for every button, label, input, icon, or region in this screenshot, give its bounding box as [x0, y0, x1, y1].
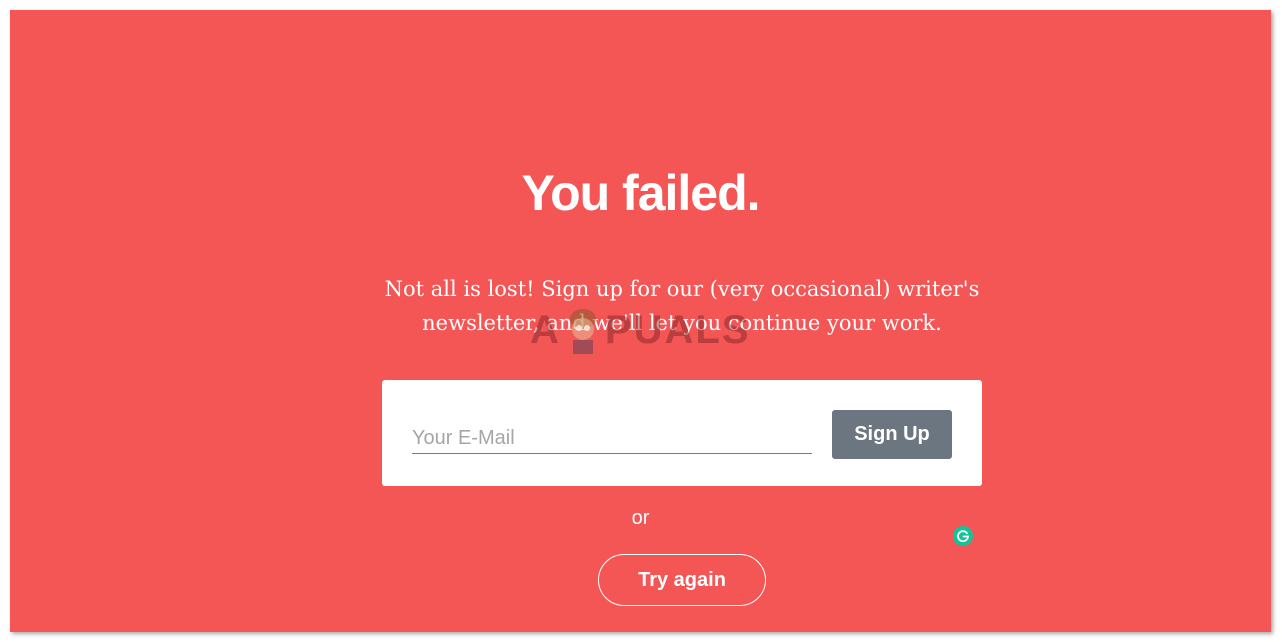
page-title: You failed.	[521, 165, 760, 221]
email-field[interactable]	[412, 420, 812, 454]
try-again-button[interactable]: Try again	[598, 554, 766, 606]
subtitle-line-2: newsletter, and we'll let you continue y…	[422, 311, 942, 335]
signup-card: Sign Up	[382, 380, 982, 486]
subtitle-line-1: Not all is lost! Sign up for our (very o…	[384, 277, 980, 301]
sign-up-button[interactable]: Sign Up	[832, 410, 952, 459]
page-subtitle: Not all is lost! Sign up for our (very o…	[382, 272, 982, 340]
or-separator: or	[631, 507, 650, 529]
g-icon	[957, 530, 969, 543]
grammarly-icon[interactable]	[953, 526, 973, 546]
app-window: You failed. Not all is lost! Sign up for…	[10, 10, 1271, 632]
